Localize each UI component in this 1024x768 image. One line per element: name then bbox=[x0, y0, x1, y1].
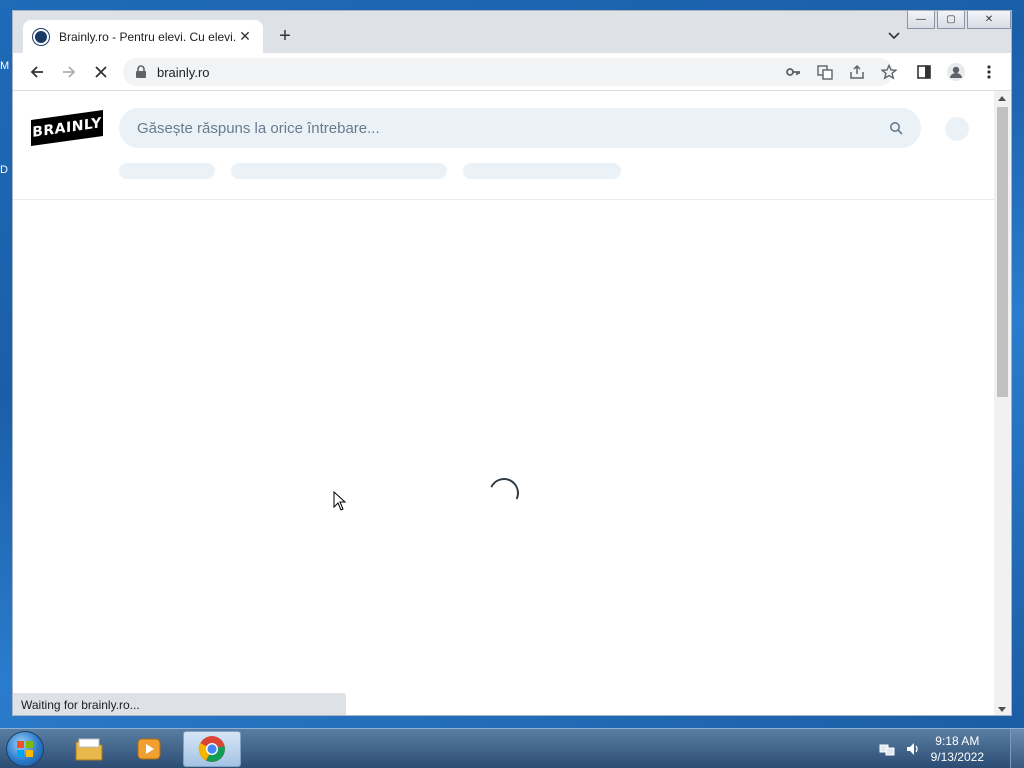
media-player-icon bbox=[137, 738, 161, 760]
taskbar: 9:18 AM 9/13/2022 bbox=[0, 728, 1024, 768]
menu-button[interactable] bbox=[975, 59, 1003, 85]
brainly-favicon-icon bbox=[33, 28, 49, 45]
skeleton-placeholder bbox=[119, 163, 215, 179]
search-input[interactable] bbox=[137, 119, 889, 137]
taskbar-chrome[interactable] bbox=[183, 731, 241, 767]
side-panel-button[interactable] bbox=[910, 59, 938, 85]
minimize-button[interactable]: — bbox=[907, 11, 935, 29]
bookmark-star-icon[interactable] bbox=[881, 64, 897, 80]
search-icon[interactable] bbox=[889, 121, 903, 135]
status-bar: Waiting for brainly.ro... bbox=[13, 693, 346, 715]
clock-date: 9/13/2022 bbox=[930, 750, 984, 764]
stop-x-icon bbox=[95, 66, 107, 78]
forward-button[interactable] bbox=[55, 59, 83, 85]
taskbar-explorer[interactable] bbox=[60, 731, 118, 767]
header-divider bbox=[13, 199, 995, 200]
side-panel-icon bbox=[917, 65, 931, 79]
key-icon[interactable] bbox=[785, 64, 801, 80]
taskbar-media-player[interactable] bbox=[120, 731, 178, 767]
scroll-up-arrow-icon[interactable] bbox=[998, 96, 1006, 101]
loading-spinner bbox=[484, 473, 524, 513]
tab-close-icon[interactable]: ✕ bbox=[237, 28, 253, 45]
vertical-scrollbar[interactable] bbox=[994, 91, 1011, 715]
network-icon[interactable] bbox=[879, 741, 895, 757]
system-tray: 9:18 AM 9/13/2022 bbox=[879, 733, 984, 765]
scroll-down-arrow-icon[interactable] bbox=[998, 707, 1006, 712]
user-avatar-placeholder[interactable] bbox=[945, 117, 969, 141]
stop-loading-button[interactable] bbox=[87, 59, 115, 85]
clock-time: 9:18 AM bbox=[935, 734, 980, 748]
tab-brainly[interactable]: Brainly.ro - Pentru elevi. Cu elevi. ✕ bbox=[23, 20, 263, 53]
skeleton-placeholder bbox=[231, 163, 447, 179]
windows-logo-icon bbox=[17, 741, 33, 757]
profile-button[interactable] bbox=[942, 59, 970, 85]
share-icon[interactable] bbox=[849, 64, 865, 80]
back-button[interactable] bbox=[23, 59, 51, 85]
close-window-button[interactable]: ✕ bbox=[967, 11, 1011, 29]
maximize-button[interactable]: ▢ bbox=[937, 11, 965, 29]
arrow-right-icon bbox=[63, 66, 76, 78]
profile-avatar-icon bbox=[947, 63, 965, 81]
lock-icon bbox=[136, 65, 146, 78]
mouse-cursor-icon bbox=[333, 491, 347, 511]
start-button[interactable] bbox=[6, 731, 44, 767]
skeleton-placeholder bbox=[463, 163, 621, 179]
browser-toolbar: brainly.ro bbox=[13, 53, 1011, 91]
arrow-left-icon bbox=[30, 66, 43, 78]
page-content: BRAINLY Waiting for brainly.ro... bbox=[13, 91, 995, 715]
tab-search-chevron-icon[interactable] bbox=[885, 28, 903, 42]
new-tab-button[interactable]: + bbox=[271, 24, 299, 50]
window-caption-buttons: — ▢ ✕ bbox=[907, 11, 1011, 29]
tab-title: Brainly.ro - Pentru elevi. Cu elevi. bbox=[59, 29, 237, 44]
show-desktop-button[interactable] bbox=[1010, 729, 1024, 768]
brainly-logo[interactable]: BRAINLY bbox=[31, 109, 103, 147]
desktop-icon-label: D bbox=[0, 164, 8, 176]
translate-icon[interactable] bbox=[817, 64, 833, 80]
desktop-icon-label: M bbox=[0, 60, 10, 72]
logo-text: BRAINLY bbox=[32, 115, 102, 141]
search-field[interactable] bbox=[119, 108, 921, 148]
volume-icon[interactable] bbox=[905, 741, 921, 757]
folder-icon bbox=[75, 738, 103, 761]
url-text: brainly.ro bbox=[157, 64, 210, 80]
tab-strip: Brainly.ro - Pentru elevi. Cu elevi. ✕ +… bbox=[13, 11, 1011, 53]
scroll-thumb[interactable] bbox=[997, 107, 1008, 397]
browser-window: Brainly.ro - Pentru elevi. Cu elevi. ✕ +… bbox=[12, 10, 1012, 716]
address-bar[interactable]: brainly.ro bbox=[123, 58, 897, 86]
kebab-menu-icon bbox=[987, 65, 991, 79]
chrome-icon bbox=[198, 736, 225, 762]
clock[interactable]: 9:18 AM 9/13/2022 bbox=[931, 733, 984, 765]
